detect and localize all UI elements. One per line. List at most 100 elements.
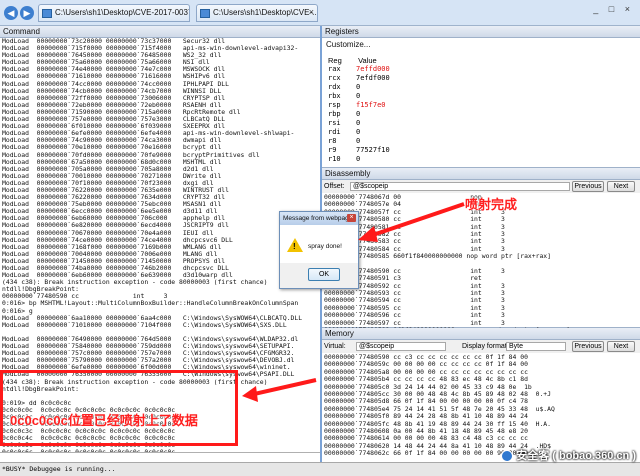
command-output-line: ModLoad 00000000`75eb0000 00000000`75ebc…: [2, 201, 222, 209]
command-output-line: ModLoad 00000000`74ba0000 00000000`746b2…: [2, 265, 230, 272]
disassembly-previous-button[interactable]: Previous: [572, 181, 604, 192]
command-output-line: ModLoad 00000000`70e10000 00000000`70e16…: [2, 144, 222, 152]
memory-line: 00000000`774805f0 89 44 24 28 48 8b 41 1…: [324, 413, 528, 421]
register-name: rbp: [328, 110, 341, 118]
register-row[interactable]: rdi 0: [328, 128, 448, 137]
offset-label: Offset:: [324, 183, 345, 190]
back-icon[interactable]: ◀: [4, 6, 18, 20]
command-output-line: ModLoad 00000000`70fd0000 00000000`70fe9…: [2, 151, 260, 159]
command-output-line: ModLoad 00000000`76490000 00000000`764d5…: [2, 335, 299, 343]
memory-line: 00000000`77480590 cc c3 cc cc cc cc cc c…: [324, 354, 528, 361]
register-row[interactable]: rsi 0: [328, 119, 448, 128]
register-row[interactable]: rbp 0: [328, 110, 448, 119]
memory-line: 00000000`774805c0 3d 24 14 44 02 00 45 3…: [324, 383, 532, 391]
display-format-label: Display format:: [462, 343, 509, 350]
command-output-line: ntdll!DbgBreakPoint:: [2, 286, 79, 294]
command-output-line: ModLoad 00000000`71010000 00000000`7104f…: [2, 321, 287, 329]
register-value: 7effd000: [356, 65, 390, 73]
disassembly-line: 00000000`77480593 cc int 3: [324, 290, 505, 298]
window-controls[interactable]: _ □ ×: [593, 4, 634, 14]
register-row[interactable]: rsp f15f7e0: [328, 101, 448, 110]
memory-next-button[interactable]: Next: [607, 341, 635, 352]
close-tab-icon[interactable]: ×: [309, 7, 314, 17]
register-name: r9: [328, 146, 337, 154]
memory-pane: Memory Virtual: @$scopeip Display format…: [322, 328, 640, 462]
registers-table: Reg Value rax 7effd000 rcx 7efdf000 rdx 0 rbx 0…: [328, 56, 448, 164]
command-output-line: ModLoad 00000000`74e40000 00000000`74e7c…: [2, 66, 226, 74]
command-output-line: 0:016> g: [2, 307, 33, 315]
command-output-line: ModLoad 00000000`73c20000 00000000`73c37…: [2, 38, 226, 45]
register-row[interactable]: r8 0: [328, 137, 448, 146]
command-output-line: ModLoad 00000000`72eb0000 00000000`72eb0…: [2, 101, 222, 109]
register-row[interactable]: rax 7effd000: [328, 65, 448, 74]
memory-line: 00000000`774805b4 cc cc cc cc 48 83 ec 4…: [324, 376, 528, 384]
disassembly-line: 00000000`77480592 cc int 3: [324, 282, 505, 290]
command-output-line: ModLoad 00000000`6eb60000 00000000`6e639…: [2, 272, 233, 280]
command-output-line: ModLoad 00000000`6aa10000 00000000`6aa4c…: [2, 314, 303, 322]
close-icon[interactable]: ×: [347, 214, 356, 222]
register-row[interactable]: r10 0: [328, 155, 448, 164]
command-output-line: ModLoad 00000000`74cb0000 00000000`74cb7…: [2, 87, 222, 95]
disassembly-line: 00000000`77480584 cc int 3: [324, 245, 505, 253]
offset-input[interactable]: @$scopeip: [350, 182, 570, 191]
virtual-label: Virtual:: [324, 343, 346, 350]
command-output-line: ModLoad 00000000`74c90000 00000000`74ca3…: [2, 137, 222, 145]
register-name: rbx: [328, 92, 341, 100]
ok-button[interactable]: OK: [308, 268, 340, 281]
offset-bar: Offset: @$scopeip Previous Next: [322, 180, 640, 193]
register-value: 0: [356, 137, 361, 145]
spray-data-annotation: 0c0c0c0c位置已经喷射上了数据: [10, 413, 198, 428]
title-tab-bar: ◀ ▶ C:\Users\sh1\Desktop\CVE-2017-0037.h…: [0, 0, 640, 26]
register-row[interactable]: r9 77527f10: [328, 146, 448, 155]
command-output-line: ModLoad 00000000`715f0000 00000000`715f4…: [2, 45, 299, 53]
command-output-line: ModLoad 00000000`6eb60000 00000000`706c0…: [2, 215, 226, 223]
command-output-line: ModLoad 00000000`7168f000 00000000`7169b…: [2, 243, 222, 251]
spray-done-annotation: 喷射完成: [465, 197, 518, 212]
tab-cve-html-2[interactable]: C:\Users\sh1\Desktop\CVE-... ×: [196, 4, 318, 22]
site-logo-icon: [501, 450, 514, 463]
command-output-line: ModLoad 00000000`70670000 00000000`70e4a…: [2, 229, 214, 237]
command-output-line: ModLoad 00000000`75a60000 00000000`75a66…: [2, 59, 210, 67]
memory-line: 00000000`774805fc 48 8b 41 19 48 89 44 2…: [324, 420, 552, 428]
command-output-line: ModLoad 00000000`71610000 00000000`71616…: [2, 73, 226, 81]
disassembly-line: 00000000`77480597 cc int 3: [324, 319, 505, 327]
command-output-line: ModLoad 00000000`70f10000 00000000`70f23…: [2, 179, 214, 187]
disassembly-line: 00000000`77480594 cc int 3: [324, 297, 505, 305]
disassembly-next-button[interactable]: Next: [607, 181, 635, 192]
command-output-line: ModLoad 00000000`6f010000 00000000`6f039…: [2, 123, 226, 131]
message-dialog: Message from webpage × ! spray done! OK: [279, 211, 359, 289]
register-value: 0: [356, 128, 361, 136]
annotation-arrow-icon: [358, 202, 465, 242]
command-output-line: ModLoad 00000000`6e820000 00000000`6ecd4…: [2, 222, 230, 230]
register-row[interactable]: rcx 7efdf000: [328, 74, 448, 83]
register-value: 0: [356, 92, 361, 100]
register-name: rdx: [328, 83, 341, 91]
spray-data-highlight-box: [0, 370, 238, 446]
register-name: r8: [328, 137, 337, 145]
memory-previous-button[interactable]: Previous: [572, 341, 604, 352]
register-value: 0: [356, 110, 361, 118]
dialog-content: ! spray done!: [280, 225, 358, 263]
forward-icon[interactable]: ▶: [20, 6, 34, 20]
command-output-line: ModLoad 00000000`74ce0000 00000000`74ce4…: [2, 236, 233, 244]
command-output-line: ModLoad 00000000`71450000 00000000`71450…: [2, 257, 226, 265]
command-output-line: ModLoad 00000000`705a0000 00000000`705a8…: [2, 165, 214, 173]
tab-cve-html[interactable]: C:\Users\sh1\Desktop\CVE-2017-0037.html: [38, 4, 190, 22]
register-row[interactable]: rbx 0: [328, 92, 448, 101]
customize-button[interactable]: Customize...: [322, 38, 640, 50]
memory-bar: Virtual: @$scopeip Display format: Byte …: [322, 340, 640, 353]
virtual-address-input[interactable]: @$scopeip: [356, 342, 446, 351]
register-row[interactable]: rdx 0: [328, 83, 448, 92]
memory-line: 00000000`7748059c 00 00 00 00 cc cc cc c…: [324, 361, 528, 369]
disassembly-line: [324, 261, 640, 268]
warning-exclamation: !: [293, 242, 296, 251]
display-format-select[interactable]: Byte: [506, 342, 566, 351]
command-input[interactable]: [0, 452, 320, 462]
tab-label: C:\Users\sh1\Desktop\CVE-...: [213, 8, 318, 17]
register-name: rcx: [328, 74, 341, 82]
registers-header: Reg Value: [328, 56, 448, 65]
command-output-line: [2, 329, 320, 336]
memory-line: 00000000`774805cc 30 00 00 48 48 4c 8b 4…: [324, 390, 552, 398]
command-output-line: ModLoad 00000000`757e0000 00000000`757e3…: [2, 116, 226, 124]
register-value: 77527f10: [356, 146, 390, 154]
